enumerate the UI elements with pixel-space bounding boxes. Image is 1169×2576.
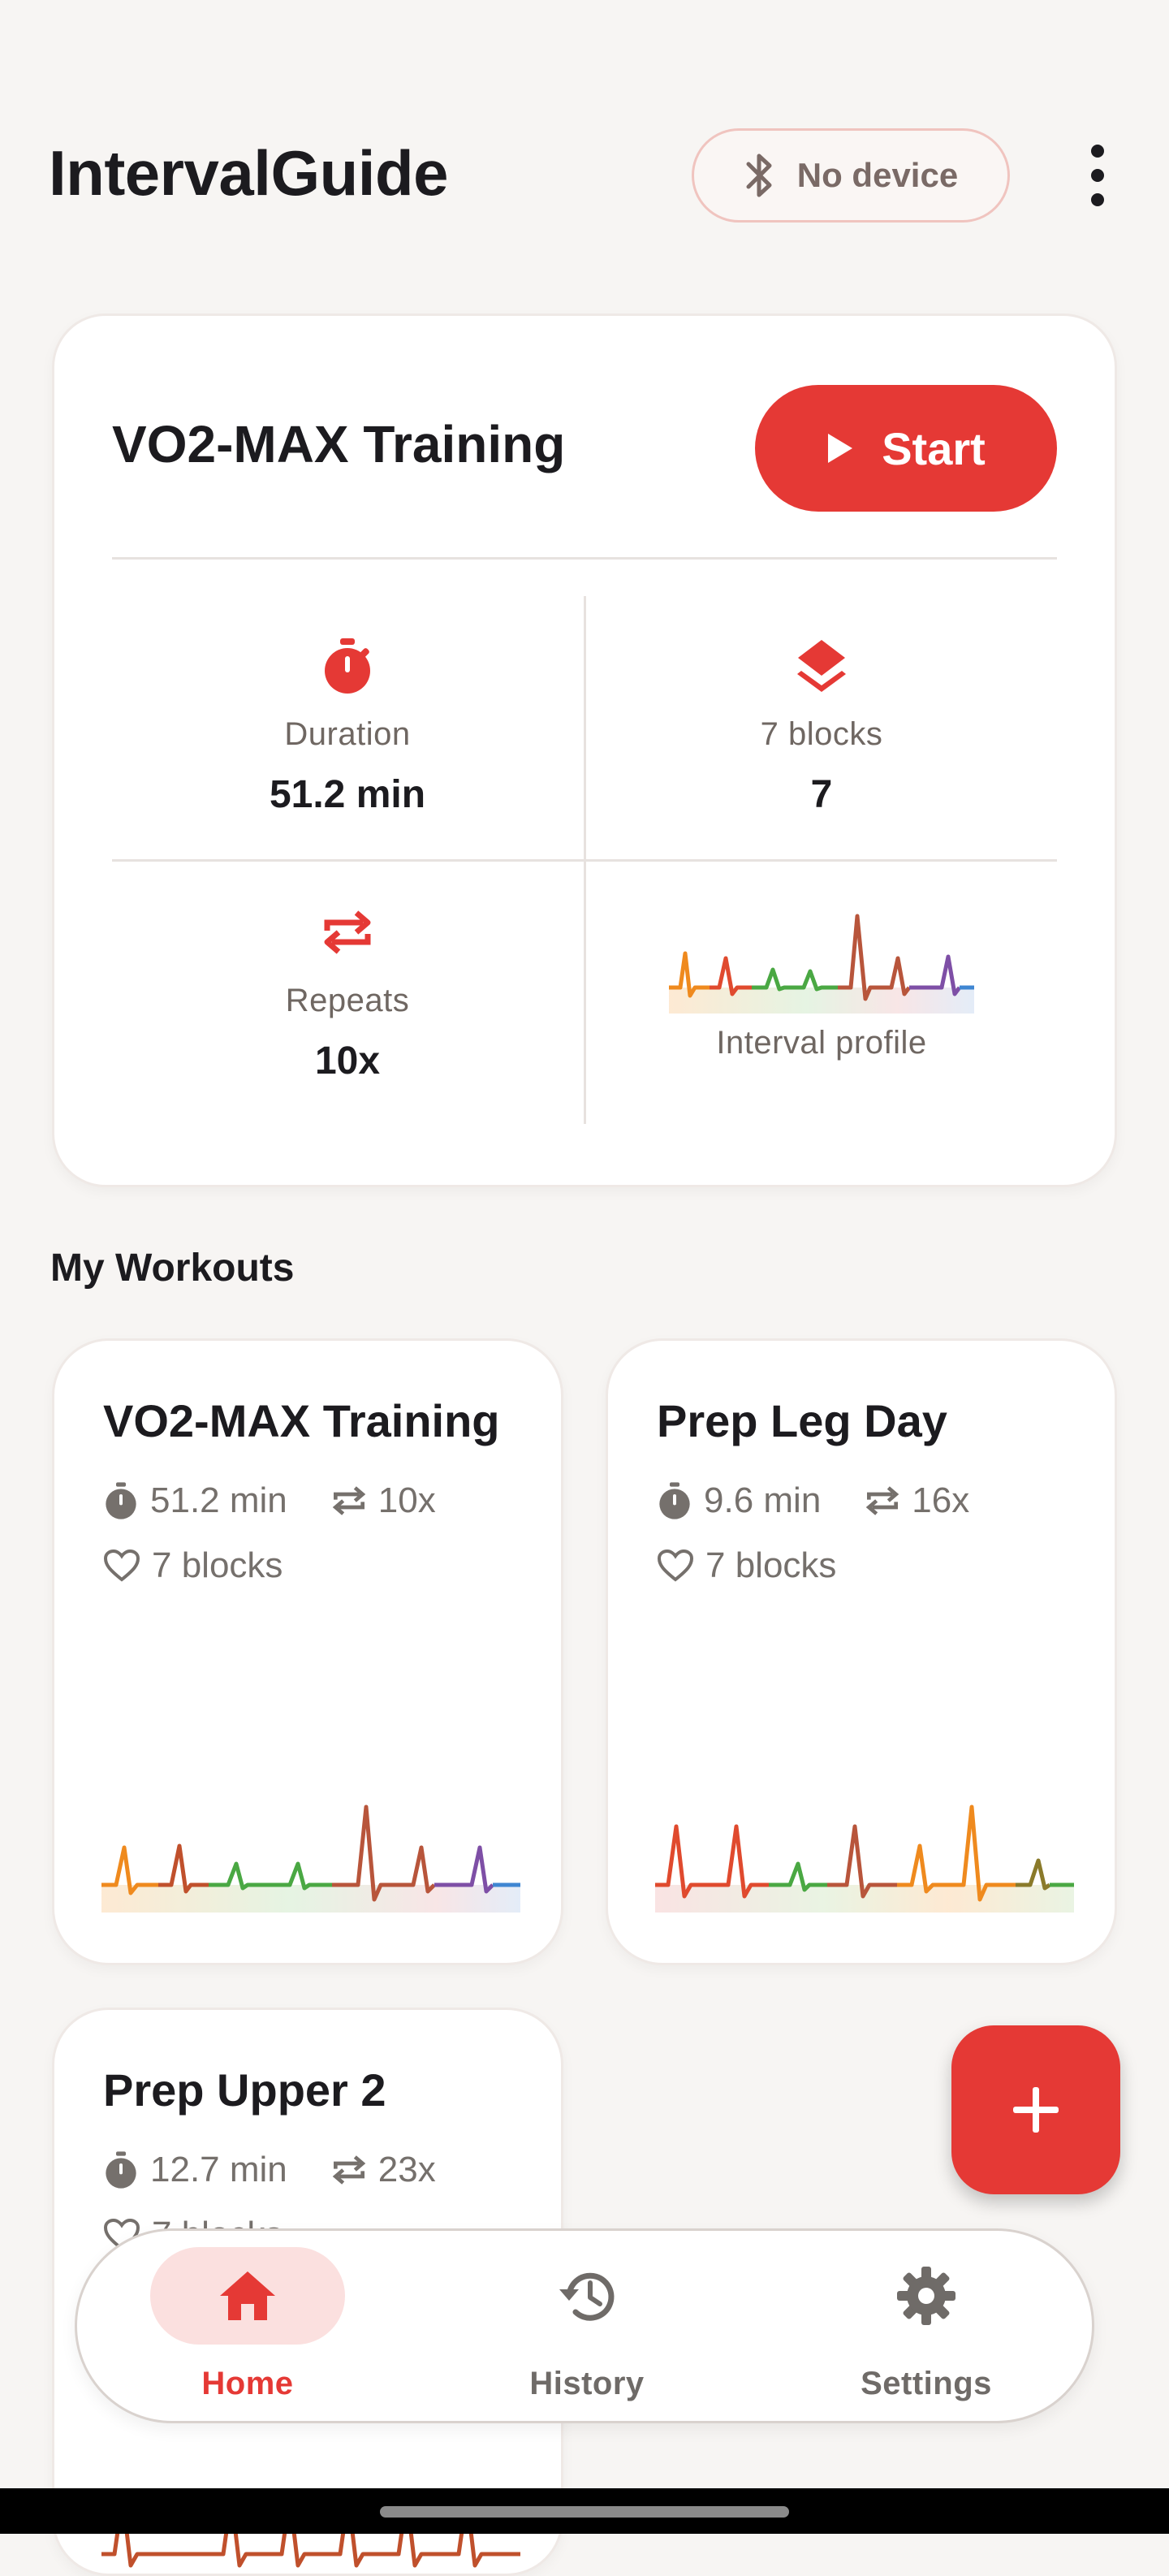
interval-profile-label: Interval profile <box>716 1025 927 1061</box>
my-workouts-heading: My Workouts <box>50 1247 295 1290</box>
nav-home-label: Home <box>201 2366 294 2401</box>
stat-blocks: 7 blocks 7 <box>586 637 1057 817</box>
add-workout-button[interactable] <box>951 2025 1120 2194</box>
repeat-icon <box>331 1481 367 1520</box>
nav-settings-label: Settings <box>861 2366 992 2401</box>
heart-icon <box>103 1549 140 1583</box>
home-icon <box>217 2268 278 2323</box>
workout-meta-row: 9.6 min 16x <box>657 1480 969 1521</box>
start-button-label: Start <box>882 422 986 474</box>
heart-icon <box>657 1549 694 1583</box>
timer-icon <box>103 1481 139 1520</box>
workout-sparkline <box>101 1804 520 1913</box>
device-status-label: No device <box>796 156 959 194</box>
repeats-value: 10x <box>314 1039 381 1083</box>
nav-history-indicator <box>490 2247 684 2345</box>
home-indicator[interactable] <box>380 2506 789 2518</box>
featured-workout-title: VO2-MAX Training <box>112 415 566 473</box>
bottom-navigation: Home History Settings <box>75 2228 1094 2423</box>
repeats-label: Repeats <box>285 983 410 1018</box>
workout-sparkline <box>655 1804 1074 1913</box>
device-status-chip[interactable]: No device <box>692 128 1010 223</box>
workout-title: Prep Leg Day <box>657 1395 947 1446</box>
bluetooth-icon <box>744 151 776 200</box>
blocks-value: 7 <box>810 773 833 816</box>
duration-label: Duration <box>284 716 411 752</box>
repeat-icon <box>321 903 374 962</box>
workout-repeats: 23x <box>377 2150 436 2189</box>
repeat-icon <box>331 2150 367 2189</box>
workout-duration: 9.6 min <box>704 1480 822 1520</box>
blocks-label: 7 blocks <box>760 716 883 752</box>
start-button[interactable]: Start <box>755 385 1057 512</box>
interval-profile-sparkline <box>669 914 974 1014</box>
divider <box>112 557 1057 560</box>
timer-icon <box>657 1481 692 1520</box>
workout-card[interactable]: Prep Leg Day 9.6 min 16x 7 blocks <box>606 1338 1117 1965</box>
divider <box>112 859 1057 862</box>
nav-home-indicator <box>150 2247 345 2345</box>
plus-icon <box>1010 2084 1062 2136</box>
workout-repeats: 10x <box>377 1480 436 1520</box>
history-icon <box>554 2265 619 2327</box>
repeat-icon <box>865 1481 900 1520</box>
nav-history[interactable]: History <box>465 2247 709 2410</box>
workout-blocks: 7 blocks <box>705 1545 837 1585</box>
play-icon <box>826 432 854 465</box>
app-title: IntervalGuide <box>49 137 448 209</box>
workout-title: VO2-MAX Training <box>103 1395 500 1446</box>
more-vert-icon[interactable] <box>1073 145 1122 206</box>
workout-title: Prep Upper 2 <box>103 2064 386 2116</box>
timer-icon <box>103 2150 139 2189</box>
workout-meta-row: 12.7 min 23x <box>103 2150 436 2190</box>
workout-meta-row: 51.2 min 10x <box>103 1480 436 1521</box>
nav-history-label: History <box>529 2366 645 2401</box>
timer-icon <box>321 637 374 695</box>
stat-repeats: Repeats 10x <box>112 903 583 1083</box>
workout-card[interactable]: VO2-MAX Training 51.2 min 10x 7 blocks <box>52 1338 563 1965</box>
nav-settings[interactable]: Settings <box>804 2247 1048 2410</box>
duration-value: 51.2 min <box>269 773 426 816</box>
nav-home[interactable]: Home <box>126 2247 369 2410</box>
workout-duration: 12.7 min <box>150 2150 287 2189</box>
workout-duration: 51.2 min <box>150 1480 287 1520</box>
stat-duration: Duration 51.2 min <box>112 637 583 817</box>
workout-blocks: 7 blocks <box>152 1545 283 1585</box>
workout-meta-row: 7 blocks <box>103 1545 283 1586</box>
layers-icon <box>795 637 848 695</box>
stat-interval-profile: Interval profile <box>586 910 1057 1061</box>
workout-meta-row: 7 blocks <box>657 1545 836 1586</box>
nav-settings-indicator <box>829 2247 1024 2345</box>
settings-icon <box>894 2263 959 2328</box>
workout-repeats: 16x <box>912 1480 970 1520</box>
